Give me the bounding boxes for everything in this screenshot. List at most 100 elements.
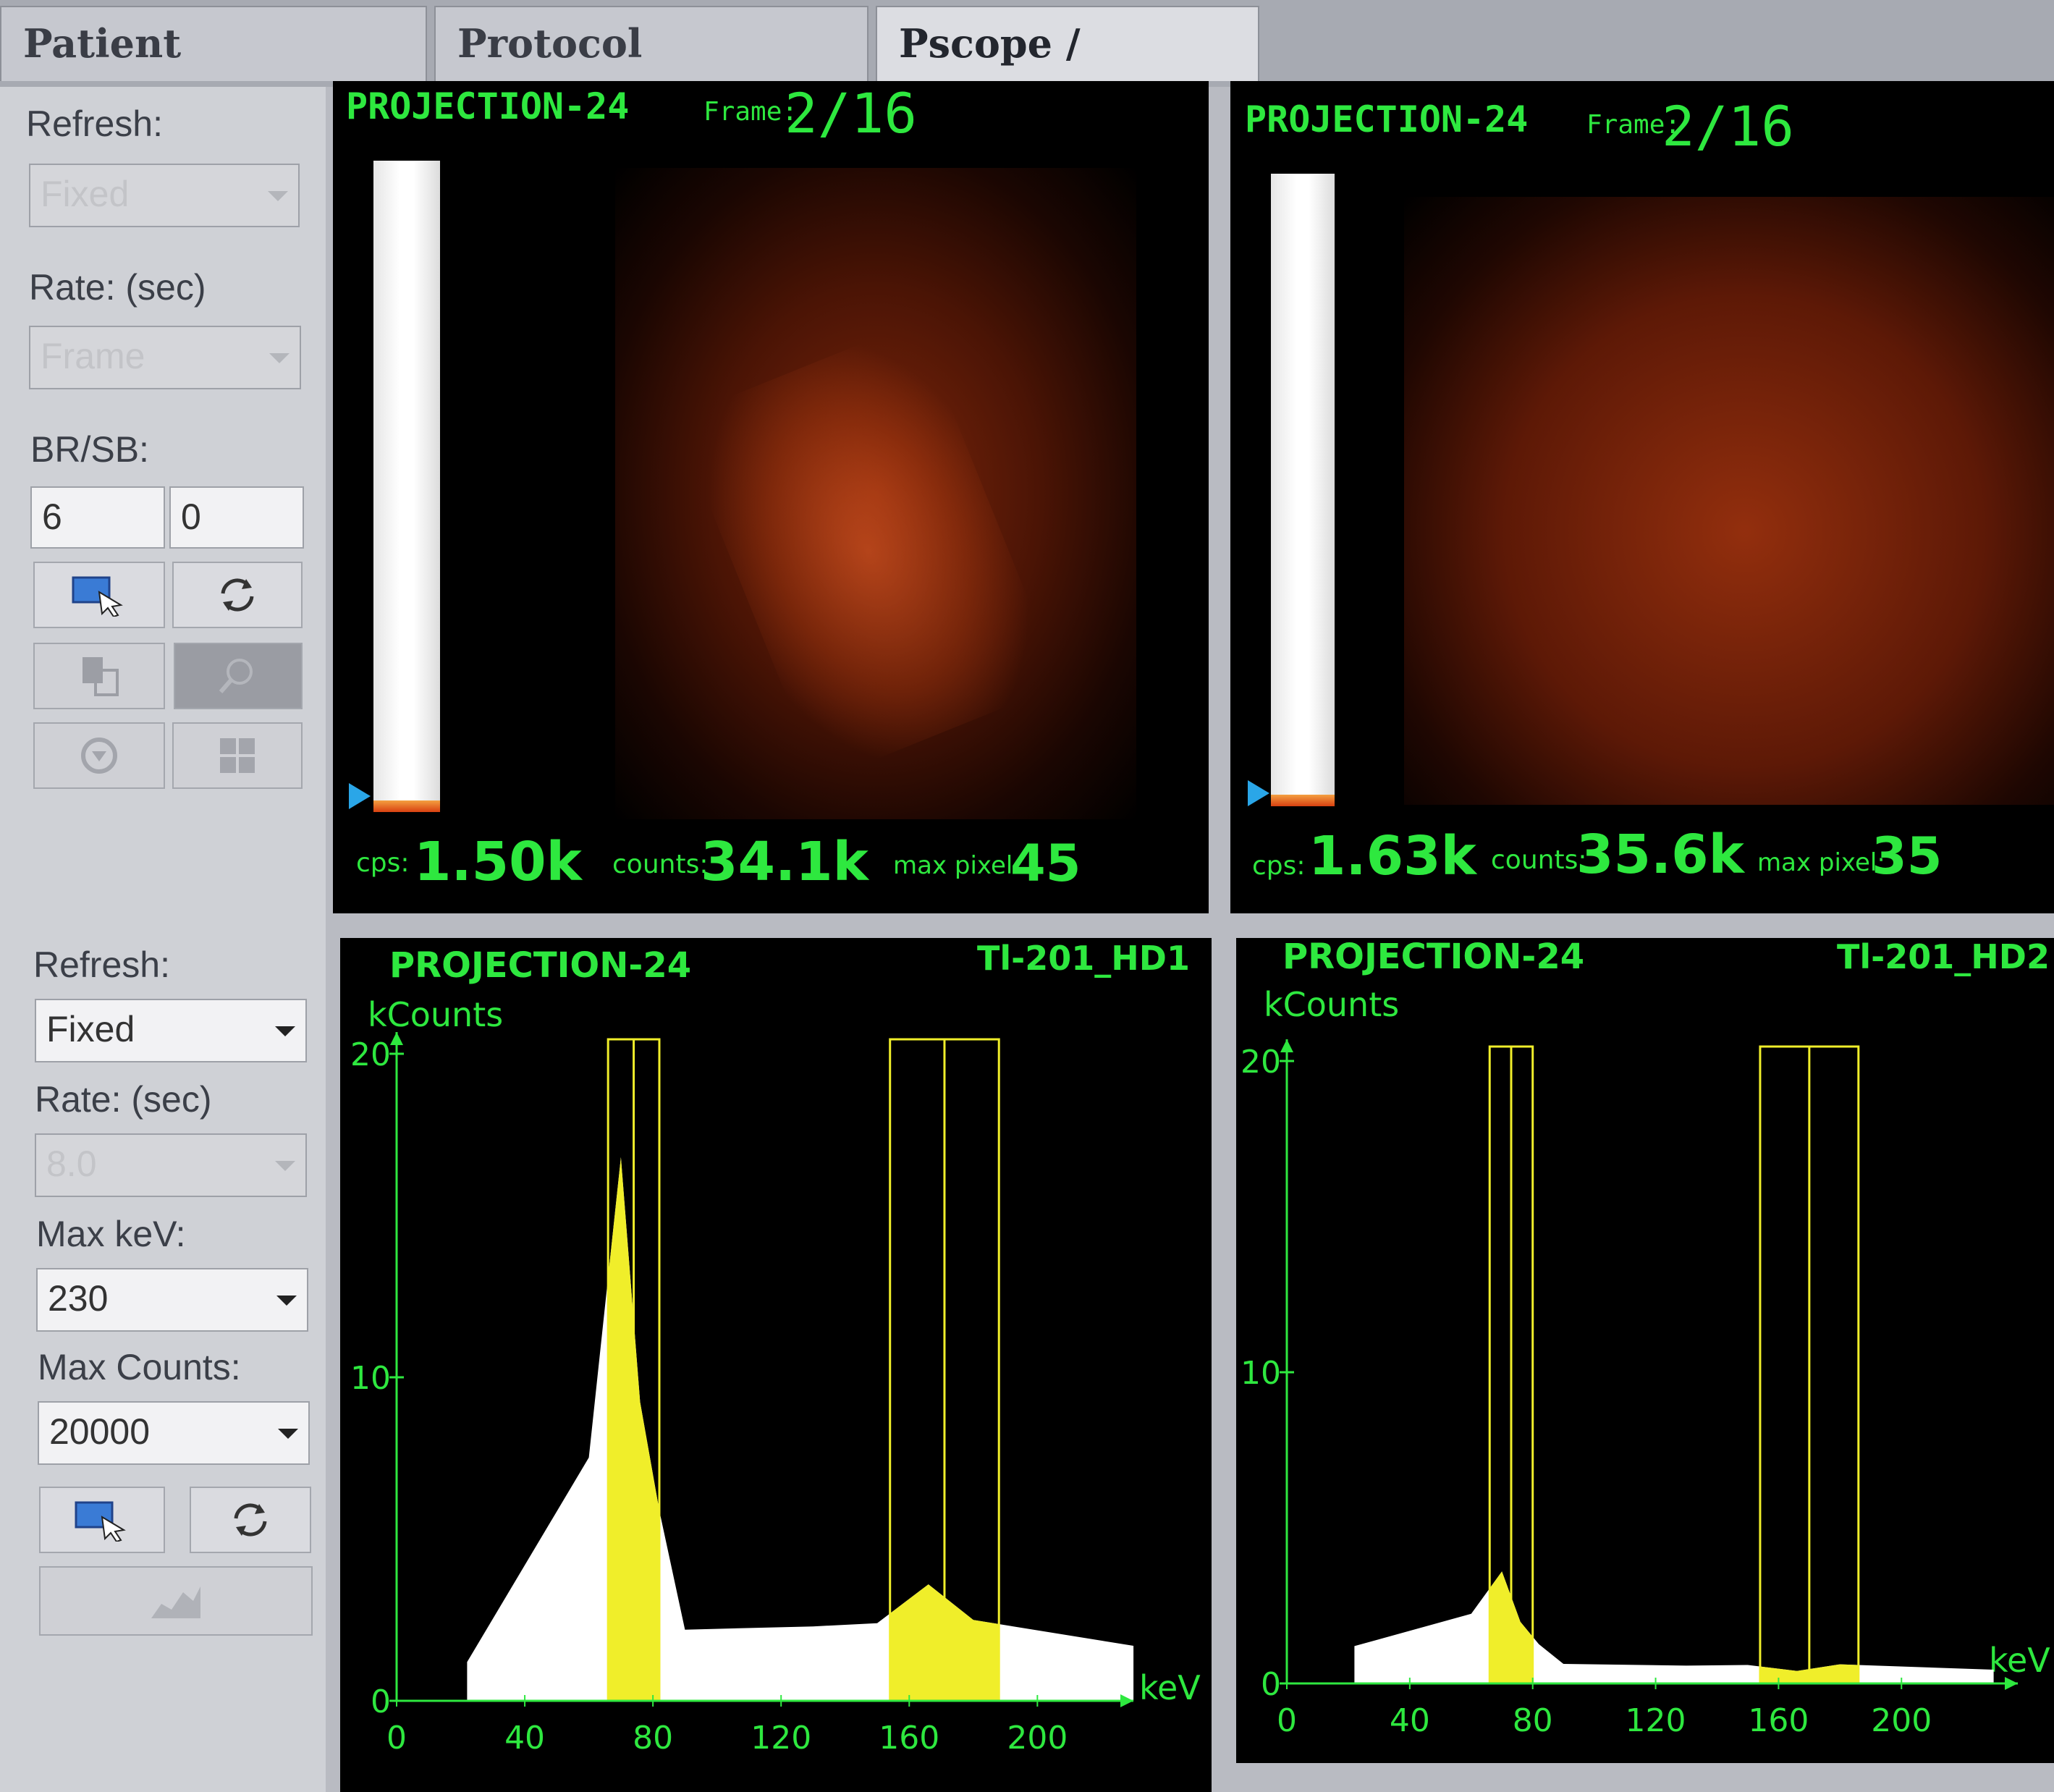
spectrum-chart-1: PROJECTION-24 Tl-201_HD1 kCounts keV 20 1… (350, 939, 1201, 1757)
chevron-down-icon (269, 353, 289, 363)
lower-threshold-marker[interactable] (349, 783, 371, 809)
x-tick-label: 0 (386, 1720, 407, 1757)
counts-label: counts: (612, 850, 709, 879)
x-tick-label: 120 (751, 1720, 811, 1757)
spectrum-refresh-label: Refresh: (33, 944, 170, 985)
spectrum-monitor-run-button[interactable] (39, 1487, 165, 1553)
frame-value: 2/16 (785, 81, 918, 145)
intensity-scale-bar (1271, 174, 1335, 806)
max-pixel-label: max pixel: (893, 851, 1021, 880)
projection-image (1404, 197, 2054, 805)
spectrum-rate-select[interactable]: 8.0 (35, 1133, 307, 1197)
grid-layout-button[interactable] (172, 722, 303, 789)
y-tick-label: 20 (350, 1036, 391, 1073)
x-tick-label: 40 (504, 1720, 545, 1757)
max-counts-select[interactable]: 20000 (38, 1401, 310, 1465)
cps-value: 1.63k (1309, 825, 1476, 887)
pscope-title: PROJECTION-24 (346, 85, 630, 127)
br-input[interactable]: 6 (30, 486, 165, 549)
lower-threshold-marker[interactable] (1248, 780, 1269, 806)
pscope-panel-detector-1: PROJECTION-24 Frame: 2/16 cps: 1.50k cou… (333, 81, 1209, 913)
max-pixel-value: 45 (1010, 834, 1081, 893)
pscope-refresh-label: Refresh: (26, 103, 163, 144)
pscope-refresh-select[interactable]: Fixed (29, 164, 300, 227)
duplicate-icon (83, 657, 119, 696)
pscope-panel-detector-2: PROJECTION-24 Frame: 2/16 cps: 1.63k cou… (1230, 81, 2054, 913)
spectrum-title: PROJECTION-24 (389, 945, 691, 986)
spectrum-chart-button[interactable] (39, 1566, 313, 1636)
sb-input[interactable]: 0 (169, 486, 304, 549)
counts-label: counts: (1491, 845, 1587, 875)
cps-value: 1.50k (414, 831, 582, 893)
x-tick-label: 40 (1390, 1702, 1430, 1739)
zoom-button[interactable] (174, 643, 303, 709)
spectrum-area (1354, 1571, 1994, 1683)
y-axis-label: kCounts (368, 995, 503, 1034)
rotate-icon (81, 737, 117, 774)
spectrum-panel-detector-2: PROJECTION-24 Tl-201_HD2 kCounts keV 20 1… (1236, 938, 2054, 1763)
grid-icon (220, 738, 255, 773)
cps-label: cps: (1252, 851, 1306, 881)
y-tick-label: 10 (1241, 1355, 1281, 1392)
x-tick-label: 80 (633, 1720, 673, 1757)
spectrum-refresh-button[interactable] (190, 1487, 311, 1553)
x-tick-label: 0 (1277, 1702, 1297, 1739)
spectrum-area (467, 1157, 1134, 1701)
x-axis-label: keV (1139, 1668, 1201, 1707)
max-counts-label: Max Counts: (38, 1347, 241, 1387)
chevron-down-icon (268, 191, 288, 201)
chevron-down-icon (278, 1429, 298, 1439)
max-pixel-label: max pixel: (1757, 848, 1885, 877)
tab-pscope-spectrum[interactable]: Pscope / Spectrum (876, 6, 1259, 139)
max-pixel-value: 35 (1872, 827, 1943, 886)
y-axis-arrow (1280, 1039, 1293, 1052)
spectrum-plot-1: 20 10 00 40 80 120 160 200 (350, 1032, 1134, 1757)
x-tick-label: 200 (1871, 1702, 1932, 1739)
y-tick-label: 0 (371, 1683, 391, 1720)
isotope-label: Tl-201_HD1 (977, 939, 1190, 978)
x-tick-label: 80 (1513, 1702, 1553, 1739)
tab-bar: Patient Information Protocol Information… (0, 0, 2054, 139)
monitor-run-icon (72, 576, 123, 617)
intensity-scale-bar (373, 161, 440, 812)
y-tick-label: 10 (350, 1360, 391, 1397)
y-axis-label: kCounts (1264, 985, 1399, 1024)
chevron-down-icon (275, 1161, 295, 1171)
pscope-rate-select[interactable]: Frame (29, 326, 301, 389)
counts-value: 35.6k (1576, 824, 1744, 886)
max-kev-label: Max keV: (36, 1214, 186, 1254)
chevron-down-icon (275, 1026, 295, 1036)
x-tick-label: 200 (1007, 1720, 1068, 1757)
tab-protocol-information[interactable]: Protocol Information (434, 6, 868, 139)
monitor-run-icon (75, 1501, 126, 1542)
frame-value: 2/16 (1662, 94, 1795, 159)
pscope-title: PROJECTION-24 (1245, 98, 1529, 140)
refresh-icon (221, 578, 254, 612)
spectrum-chart-2: PROJECTION-24 Tl-201_HD2 kCounts keV 20 1… (1241, 938, 2050, 1739)
spectrum-panel-detector-1: PROJECTION-24 Tl-201_HD1 kCounts keV 20 1… (340, 938, 1212, 1792)
tab-patient-information[interactable]: Patient Information (0, 6, 427, 139)
pscope-rate-label: Rate: (sec) (29, 267, 206, 308)
spectrum-refresh-select[interactable]: Fixed (35, 999, 307, 1062)
cps-label: cps: (356, 848, 410, 878)
refresh-icon (234, 1503, 267, 1537)
area-chart-icon (151, 1586, 200, 1618)
isotope-label: Tl-201_HD2 (1837, 938, 2050, 976)
brsb-label: BR/SB: (30, 429, 149, 470)
spectrum-title: PROJECTION-24 (1282, 938, 1584, 977)
duplicate-button[interactable] (33, 643, 165, 709)
spectrum-plot-2: 20 10 00 40 80 120 160 200 (1241, 1039, 2018, 1739)
x-tick-label: 160 (1748, 1702, 1809, 1739)
counts-value: 34.1k (701, 831, 868, 893)
max-kev-select[interactable]: 230 (36, 1268, 308, 1332)
refresh-button[interactable] (172, 562, 303, 628)
x-tick-label: 120 (1626, 1702, 1686, 1739)
monitor-run-button[interactable] (33, 562, 165, 628)
chevron-down-icon (276, 1296, 297, 1306)
y-tick-label: 20 (1241, 1044, 1281, 1081)
x-axis-label: keV (1989, 1641, 2050, 1680)
rotate-down-button[interactable] (33, 722, 165, 789)
spectrum-rate-label: Rate: (sec) (35, 1079, 212, 1120)
x-tick-label: 160 (879, 1720, 939, 1757)
zoom-icon (219, 659, 253, 693)
